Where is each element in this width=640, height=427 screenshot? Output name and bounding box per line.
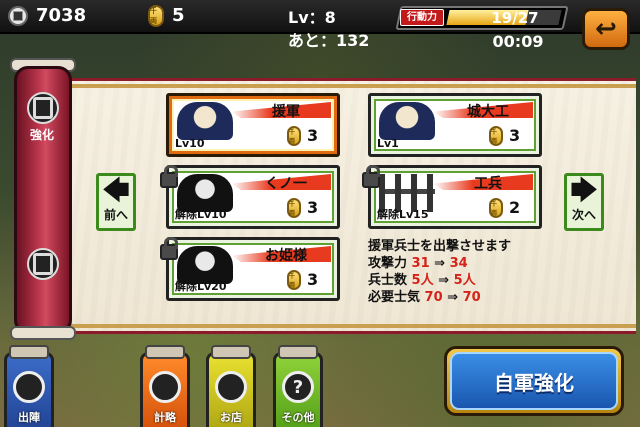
tab-label: その他 [281, 411, 315, 424]
back-button[interactable]: ↩ [582, 8, 630, 50]
unit-card-princess[interactable]: お姫様 解除Lv20 千両 3 [166, 237, 340, 301]
unit-unlock-level: 解除Lv20 [175, 280, 227, 293]
exp-remaining-label: あと：132 [288, 31, 370, 50]
tab-deploy[interactable]: 出陣 [4, 345, 54, 427]
action-gauge-tag: 行動力 [400, 9, 444, 26]
arrow-left-icon: 🡄 [102, 176, 130, 206]
gold-coin-icon: 千両 [489, 198, 503, 218]
unit-level: Lv1 [377, 137, 399, 150]
morale-label: 必要士気 [368, 290, 421, 305]
scroll-roller-cap-bottom [10, 326, 76, 340]
unit-name: 工兵 [474, 176, 502, 192]
unit-cost: 3 [307, 126, 319, 145]
lock-icon [362, 165, 380, 188]
gold-coin-icon: 千両 [148, 5, 164, 27]
scroll-border-top [44, 84, 636, 88]
tab-other[interactable]: ? その他 [273, 345, 323, 427]
scroll-border-bottom [44, 324, 636, 328]
unit-name: 城大工 [467, 104, 509, 120]
unit-name: お姫様 [265, 248, 307, 264]
tab-label: 出陣 [18, 411, 40, 424]
gold-coin-icon: 千両 [287, 270, 301, 290]
scroll-lock-icon [27, 248, 59, 280]
samurai-portrait-icon [177, 102, 233, 140]
gold-coin-icon: 千両 [489, 126, 503, 146]
tab-strategy[interactable]: 計略 [140, 345, 190, 427]
tab-cap [9, 345, 49, 359]
unit-card-reinforcement[interactable]: 援軍 Lv10 千両 3 [166, 93, 340, 157]
upgrade-button[interactable] [27, 92, 59, 124]
tab-cap [211, 345, 251, 359]
gold-coin-icon: 千両 [287, 126, 301, 146]
money-value: 7038 [36, 5, 87, 26]
action-gauge-text: 19/27 [491, 9, 539, 27]
helmet-icon [13, 371, 45, 403]
carpenter-portrait-icon [379, 102, 435, 140]
scroll-icon [149, 371, 181, 403]
unit-level: Lv10 [175, 137, 205, 150]
unit-cost: 2 [509, 198, 521, 217]
question-icon: ? [282, 371, 314, 403]
next-page-label: 次へ [571, 208, 596, 222]
prev-page-button[interactable]: 🡄 前へ [96, 173, 136, 231]
unit-card-carpenter[interactable]: 城大工 Lv1 千両 3 [368, 93, 542, 157]
coin-value: 5 [172, 5, 185, 26]
lock-icon [160, 237, 178, 260]
morale-current: 70 [424, 290, 443, 305]
unit-cost: 3 [307, 270, 319, 289]
tab-label: 計略 [154, 411, 176, 424]
morale-next: 70 [462, 290, 481, 305]
unit-card-kunoichi[interactable]: くノ一 解除Lv10 千両 3 [166, 165, 340, 229]
tab-cap [145, 345, 185, 359]
level-label: Lv：8 [288, 8, 336, 27]
prev-page-label: 前へ [103, 208, 128, 222]
upgrade-label: 強化 [29, 128, 54, 142]
unit-card-engineer[interactable]: 工兵 解除Lv15 千両 2 [368, 165, 542, 229]
tab-label: お店 [220, 411, 242, 424]
arrow-right-icon: 🡆 [570, 176, 598, 206]
unit-cost: 3 [509, 126, 521, 145]
money-icon [8, 6, 28, 26]
lock-icon [160, 165, 178, 188]
unit-unlock-level: 解除Lv10 [175, 208, 227, 221]
tab-cap [278, 345, 318, 359]
unit-name: くノ一 [265, 176, 307, 192]
tab-shop[interactable]: お店 [206, 345, 256, 427]
gold-coin-icon: 千両 [287, 198, 301, 218]
unit-unlock-level: 解除Lv15 [377, 208, 429, 221]
arrow-icon: ⇒ [447, 290, 459, 305]
next-page-button[interactable]: 🡆 次へ [564, 173, 604, 231]
army-upgrade-button[interactable]: 自軍強化 [450, 352, 618, 410]
shop-icon [215, 371, 247, 403]
unit-name: 援軍 [272, 104, 300, 120]
unit-cost: 3 [307, 198, 319, 217]
morale-stat: 必要士気 70 ⇒ 70 [368, 286, 481, 305]
return-arrow-icon: ↩ [595, 14, 617, 44]
recovery-timer: 00:09 [492, 32, 544, 51]
